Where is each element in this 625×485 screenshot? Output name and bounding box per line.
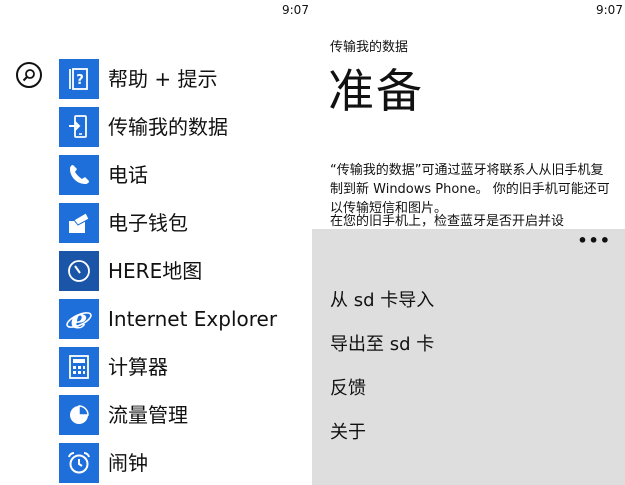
app-label: 流量管理	[108, 403, 188, 427]
app-item-calculator[interactable]: 计算器	[59, 347, 277, 395]
alarm-icon	[59, 443, 99, 483]
app-item-transfer-my-data[interactable]: 传输我的数据	[59, 107, 277, 155]
svg-text:?: ?	[76, 73, 84, 88]
instruction-paragraph: 在您的旧手机上，检查蓝牙是否开启并设	[330, 214, 565, 229]
compass-icon	[59, 251, 99, 291]
help-icon: ?	[59, 59, 99, 99]
menu-item-import-sd[interactable]: 从 sd 卡导入	[330, 279, 434, 323]
app-item-wallet[interactable]: 电子钱包	[59, 203, 277, 251]
status-time: 9:07	[596, 3, 623, 17]
wallet-icon	[59, 203, 99, 243]
svg-text:e: e	[71, 305, 88, 333]
pie-chart-icon	[59, 395, 99, 435]
app-title: 传输我的数据	[330, 40, 409, 55]
calculator-icon	[59, 347, 99, 387]
transfer-data-screen: 9:07 传输我的数据 准备 “传输我的数据”可通过蓝牙将联系人从旧手机复制到新…	[312, 0, 625, 485]
menu-item-about[interactable]: 关于	[330, 411, 434, 455]
app-label: 闹钟	[108, 451, 148, 475]
app-list: ? 帮助 + 提示 传输我的数据 电话 电子钱包 HERE地图 e Intern…	[59, 59, 277, 485]
app-label: 帮助 + 提示	[108, 67, 218, 91]
transfer-icon	[59, 107, 99, 147]
app-label: 传输我的数据	[108, 115, 228, 139]
app-item-help[interactable]: ? 帮助 + 提示	[59, 59, 277, 107]
search-icon[interactable]	[16, 62, 42, 88]
app-item-alarm[interactable]: 闹钟	[59, 443, 277, 485]
app-label: 电子钱包	[108, 211, 188, 235]
status-time: 9:07	[282, 3, 309, 17]
ie-icon: e	[59, 299, 99, 339]
app-item-here-maps[interactable]: HERE地图	[59, 251, 277, 299]
app-label: HERE地图	[108, 259, 203, 283]
app-label: 电话	[108, 163, 148, 187]
menu-item-feedback[interactable]: 反馈	[330, 367, 434, 411]
phone-icon	[59, 155, 99, 195]
app-list-screen: 9:07 ? 帮助 + 提示 传输我的数据 电话 电子钱包 HERE地图 e I…	[0, 0, 312, 485]
menu-list: 从 sd 卡导入 导出至 sd 卡 反馈 关于	[330, 279, 434, 455]
intro-paragraph: “传输我的数据”可通过蓝牙将联系人从旧手机复制到新 Windows Phone。…	[330, 163, 610, 216]
app-item-phone[interactable]: 电话	[59, 155, 277, 203]
app-label: 计算器	[108, 355, 168, 379]
app-bar-menu: ••• 从 sd 卡导入 导出至 sd 卡 反馈 关于	[312, 229, 625, 485]
app-item-data-sense[interactable]: 流量管理	[59, 395, 277, 443]
app-label: Internet Explorer	[108, 307, 278, 331]
page-title: 准备	[328, 64, 424, 118]
menu-item-export-sd[interactable]: 导出至 sd 卡	[330, 323, 434, 367]
app-item-internet-explorer[interactable]: e Internet Explorer	[59, 299, 277, 347]
more-options-button[interactable]: •••	[577, 231, 611, 250]
